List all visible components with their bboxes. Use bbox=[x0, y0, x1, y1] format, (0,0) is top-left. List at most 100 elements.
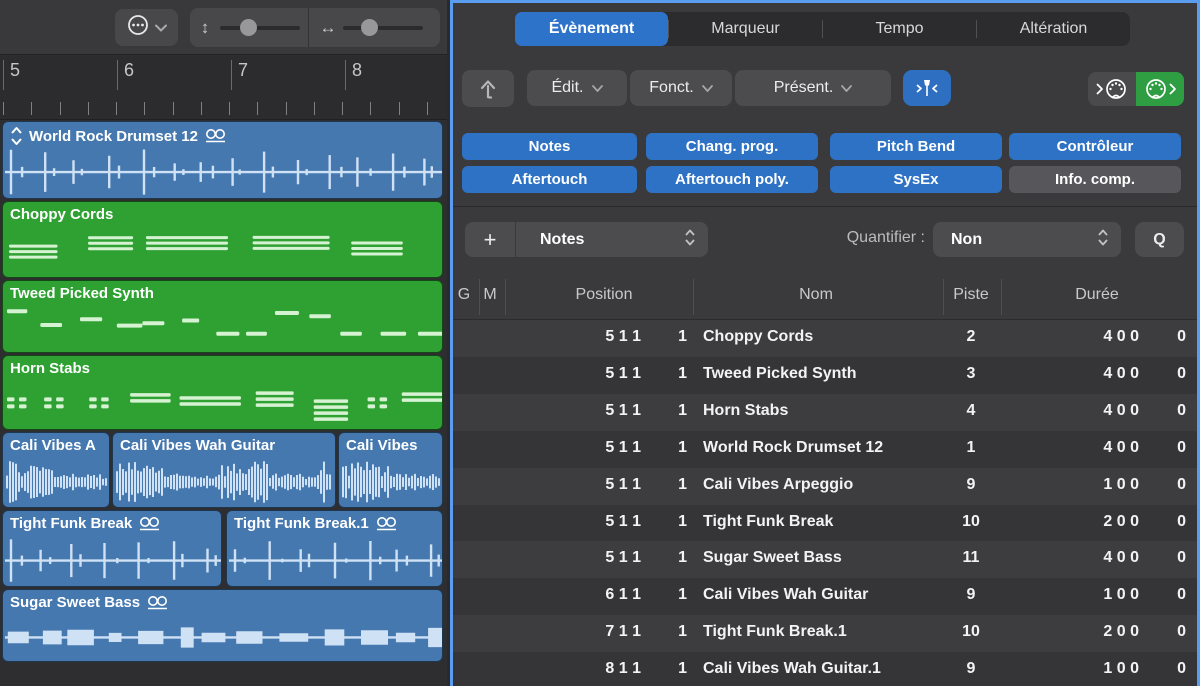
cell-track: 10 bbox=[962, 623, 980, 641]
cell-name: Sugar Sweet Bass bbox=[703, 549, 842, 567]
column-header-m[interactable]: M bbox=[483, 286, 496, 304]
ellipsis-circle-icon bbox=[127, 14, 149, 41]
filter-aftertouch-poly-[interactable]: Aftertouch poly. bbox=[646, 166, 818, 193]
region-tight-funk-break-1[interactable]: Tight Funk Break.1 bbox=[226, 510, 443, 587]
region-options-button[interactable] bbox=[115, 9, 178, 46]
region-cali-vibes-a[interactable]: Cali Vibes A bbox=[2, 432, 110, 508]
vertical-zoom-slider[interactable] bbox=[220, 26, 300, 30]
region-label: Tight Funk Break.1 bbox=[227, 511, 442, 532]
region-world-rock-drumset-12[interactable]: World Rock Drumset 12 bbox=[2, 121, 443, 199]
region-name: Tweed Picked Synth bbox=[10, 285, 154, 302]
region-cali-vibes[interactable]: Cali Vibes bbox=[338, 432, 443, 508]
region-content bbox=[3, 612, 443, 661]
cell-length-tick: 0 bbox=[1177, 328, 1186, 346]
cell-track: 11 bbox=[963, 549, 980, 567]
region-sugar-sweet-bass[interactable]: Sugar Sweet Bass bbox=[2, 589, 443, 662]
column-header-position[interactable]: Position bbox=[576, 286, 633, 304]
table-row[interactable]: 8 1 11Cali Vibes Wah Guitar.191 0 00 bbox=[453, 652, 1197, 686]
filter-chang-prog-[interactable]: Chang. prog. bbox=[646, 133, 818, 160]
ruler-tick bbox=[116, 102, 117, 115]
up-arrow-icon bbox=[475, 76, 501, 102]
loop-icon bbox=[146, 596, 170, 610]
chevron-down-icon bbox=[592, 79, 603, 97]
region-name: Sugar Sweet Bass bbox=[10, 594, 140, 611]
filter-info-comp-[interactable]: Info. comp. bbox=[1009, 166, 1181, 193]
filter-aftertouch[interactable]: Aftertouch bbox=[462, 166, 637, 193]
divider bbox=[943, 279, 944, 315]
table-row[interactable]: 5 1 11Horn Stabs44 0 00 bbox=[453, 394, 1197, 431]
filter-notes[interactable]: Notes bbox=[462, 133, 637, 160]
table-row[interactable]: 6 1 11Cali Vibes Wah Guitar91 0 00 bbox=[453, 578, 1197, 615]
column-header-durée[interactable]: Durée bbox=[1075, 286, 1119, 304]
horizontal-zoom-slider[interactable] bbox=[343, 26, 423, 30]
event-type-popup[interactable]: Notes bbox=[516, 231, 708, 249]
column-header-g[interactable]: G bbox=[458, 286, 470, 304]
cell-name: Choppy Cords bbox=[703, 328, 813, 346]
region-label: Cali Vibes A bbox=[3, 433, 109, 454]
cell-length: 2 0 0 bbox=[1103, 623, 1139, 641]
region-tweed-picked-synth[interactable]: Tweed Picked Synth bbox=[2, 280, 443, 353]
midi-in-out-buttons bbox=[1088, 72, 1184, 106]
filter-sysex[interactable]: SysEx bbox=[830, 166, 1002, 193]
menu-dit[interactable]: Édit. bbox=[527, 70, 627, 106]
tab-tempo[interactable]: Tempo bbox=[823, 12, 976, 46]
cell-position: 5 1 1 bbox=[605, 476, 641, 494]
tab-marqueur[interactable]: Marqueur bbox=[669, 12, 822, 46]
midi-out-button[interactable] bbox=[1136, 72, 1184, 106]
event-type-value: Notes bbox=[540, 231, 584, 249]
cell-length: 1 0 0 bbox=[1103, 476, 1139, 494]
bar-number: 8 bbox=[352, 60, 362, 81]
cell-position-sub: 1 bbox=[678, 365, 687, 383]
vertical-zoom-knob[interactable] bbox=[240, 19, 257, 36]
region-cali-vibes-wah-guitar[interactable]: Cali Vibes Wah Guitar bbox=[112, 432, 336, 508]
catch-pin-button[interactable] bbox=[903, 70, 951, 106]
cell-position-sub: 1 bbox=[678, 439, 687, 457]
ruler-tick bbox=[257, 102, 258, 115]
quantize-popup[interactable]: Non bbox=[933, 222, 1121, 257]
cell-position: 6 1 1 bbox=[605, 586, 641, 604]
filter-pitch-bend[interactable]: Pitch Bend bbox=[830, 133, 1002, 160]
menu-fonct[interactable]: Fonct. bbox=[630, 70, 732, 106]
table-row[interactable]: 5 1 11Cali Vibes Arpeggio91 0 00 bbox=[453, 468, 1197, 505]
table-row[interactable]: 7 1 11Tight Funk Break.1102 0 00 bbox=[453, 615, 1197, 652]
cell-track: 9 bbox=[967, 660, 976, 678]
table-row[interactable]: 5 1 11Tight Funk Break102 0 00 bbox=[453, 505, 1197, 542]
ruler-tick bbox=[229, 102, 230, 115]
quantize-value: Non bbox=[951, 231, 982, 249]
cell-position-sub: 1 bbox=[678, 660, 687, 678]
hierarchy-up-button[interactable] bbox=[462, 70, 514, 107]
region-content bbox=[3, 378, 443, 429]
tab-alt-ration[interactable]: Altération bbox=[977, 12, 1130, 46]
table-row[interactable]: 5 1 11Sugar Sweet Bass114 0 00 bbox=[453, 541, 1197, 578]
column-header-piste[interactable]: Piste bbox=[953, 286, 989, 304]
table-row[interactable]: 5 1 11World Rock Drumset 1214 0 00 bbox=[453, 431, 1197, 468]
cell-track: 2 bbox=[967, 328, 976, 346]
menu-prsent[interactable]: Présent. bbox=[735, 70, 891, 106]
tab--v-nement[interactable]: Évènement bbox=[515, 12, 668, 46]
region-tight-funk-break[interactable]: Tight Funk Break bbox=[2, 510, 222, 587]
table-row[interactable]: 5 1 11Choppy Cords24 0 00 bbox=[453, 320, 1197, 357]
cell-name: Tight Funk Break bbox=[703, 513, 833, 531]
filter-contr-leur[interactable]: Contrôleur bbox=[1009, 133, 1181, 160]
cell-position: 5 1 1 bbox=[605, 328, 641, 346]
bar-line bbox=[345, 60, 346, 90]
ruler-tick bbox=[370, 102, 371, 115]
cell-length: 4 0 0 bbox=[1103, 439, 1139, 457]
horizontal-zoom-knob[interactable] bbox=[361, 19, 378, 36]
ruler-tick bbox=[31, 102, 32, 115]
vertical-zoom-icon: ↕ bbox=[190, 18, 220, 38]
region-name: Choppy Cords bbox=[10, 206, 113, 223]
midi-in-button[interactable] bbox=[1088, 72, 1136, 106]
region-horn-stabs[interactable]: Horn Stabs bbox=[2, 355, 443, 430]
column-header-nom[interactable]: Nom bbox=[799, 286, 833, 304]
region-choppy-cords[interactable]: Choppy Cords bbox=[2, 201, 443, 278]
loop-icon bbox=[204, 129, 228, 143]
ruler-tick bbox=[314, 102, 315, 115]
apply-quantize-button[interactable]: Q bbox=[1135, 222, 1184, 257]
cell-length-tick: 0 bbox=[1177, 549, 1186, 567]
cell-length: 4 0 0 bbox=[1103, 402, 1139, 420]
table-row[interactable]: 5 1 11Tweed Picked Synth34 0 00 bbox=[453, 357, 1197, 394]
bar-ruler[interactable]: 5678 bbox=[0, 56, 447, 120]
ruler-tick bbox=[88, 102, 89, 115]
add-event-button[interactable]: + bbox=[465, 227, 515, 253]
